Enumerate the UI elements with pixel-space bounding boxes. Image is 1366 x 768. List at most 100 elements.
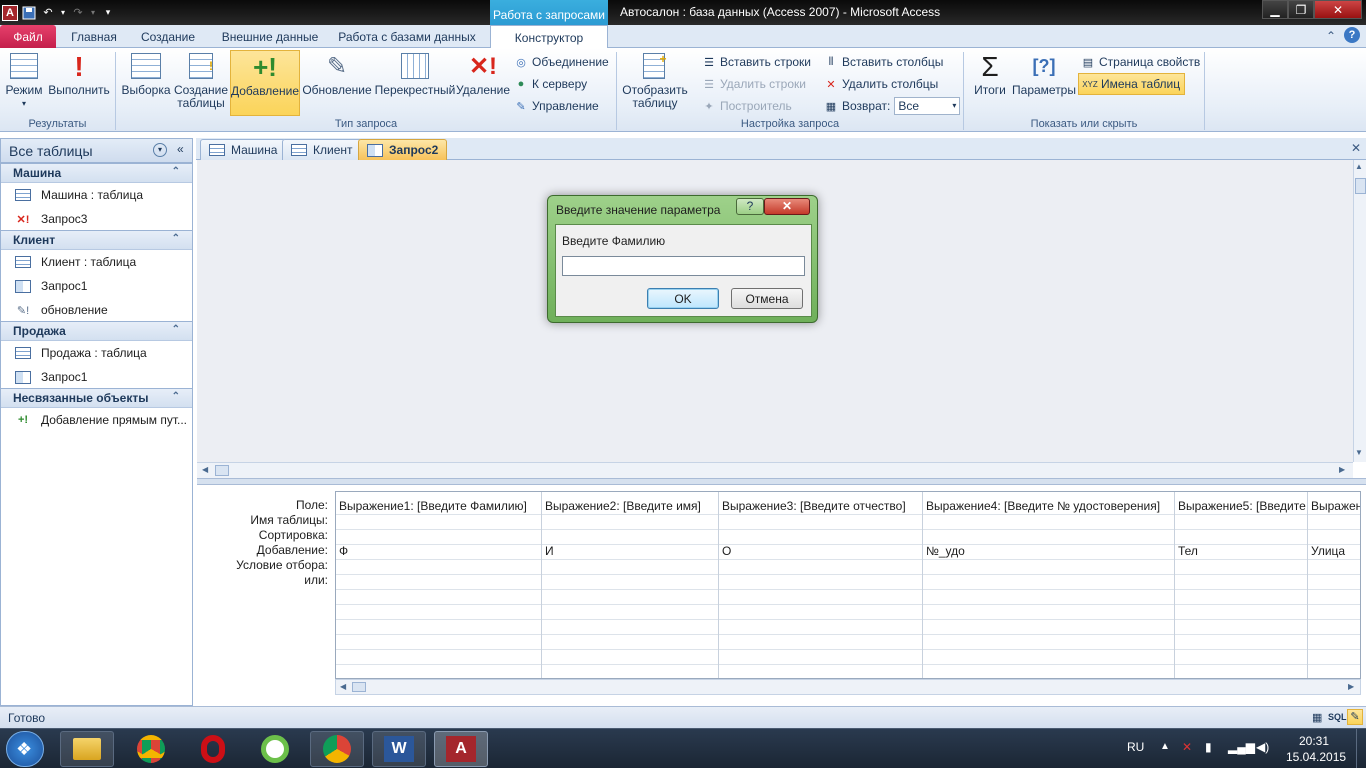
grid-cell-field[interactable]: Выражение2: [Введите имя] [545, 499, 701, 514]
nav-menu-chevron-icon[interactable]: ▾ [153, 143, 167, 157]
delete-columns-button[interactable]: ✕ Удалить столбцы [824, 75, 938, 93]
tab-database-tools[interactable]: Работа с базами данных [334, 25, 480, 48]
grid-cell-append[interactable]: №_удо [926, 544, 965, 559]
scroll-up-icon[interactable]: ▲ [1355, 162, 1363, 171]
grid-column[interactable]: Выражение5: [Введите т Тел [1175, 492, 1308, 678]
nav-item-zapros1-prodazha[interactable]: Запрос1 [1, 365, 192, 389]
grid-horizontal-scrollbar[interactable]: ◀ ▶ [335, 679, 1361, 695]
redo-dropdown-icon[interactable]: ▾ [89, 5, 97, 21]
taskbar-chrome-window[interactable] [310, 731, 364, 767]
totals-button[interactable]: Σ Итоги [968, 50, 1012, 110]
data-definition-button[interactable]: ✎ Управление [514, 97, 598, 115]
tab-design[interactable]: Конструктор [490, 25, 608, 49]
scroll-thumb[interactable] [352, 682, 366, 692]
table-names-button[interactable]: XYZ Имена таблиц [1078, 73, 1186, 95]
delete-query-button[interactable]: ✕! Удаление [456, 50, 510, 110]
network-warning-icon[interactable]: ✕ [1182, 740, 1192, 754]
collapse-ribbon-icon[interactable]: ⌃ [1326, 29, 1336, 43]
nav-item-zapros1[interactable]: Запрос1 [1, 274, 192, 298]
scroll-left-icon[interactable]: ◀ [202, 465, 208, 474]
grid-cell-field[interactable]: Выражение1: [Введите Фамилию] [339, 499, 527, 514]
upper-horizontal-scrollbar[interactable]: ◀ ▶ [197, 462, 1353, 478]
taskbar-access[interactable]: A [434, 731, 488, 767]
taskbar-opera[interactable] [186, 731, 240, 767]
scroll-right-icon[interactable]: ▶ [1339, 465, 1345, 474]
scroll-right-icon[interactable]: ▶ [1348, 682, 1354, 691]
grid-cell-field[interactable]: Выражен [1311, 499, 1360, 514]
help-icon[interactable]: ? [1344, 27, 1360, 43]
grid-column[interactable]: Выражение2: [Введите имя] И [542, 492, 719, 678]
doc-tab-klient[interactable]: Клиент [282, 139, 362, 160]
ok-button[interactable]: OK [647, 288, 719, 309]
grid-cell-field[interactable]: Выражение4: [Введите № удостоверения] [926, 499, 1160, 514]
show-desktop-button[interactable] [1356, 729, 1366, 768]
grid-column[interactable]: Выражен Улица [1308, 492, 1360, 678]
dialog-close-button[interactable]: ✕ [764, 198, 810, 215]
taskbar-explorer[interactable] [60, 731, 114, 767]
parameters-button[interactable]: [?] Параметры [1012, 50, 1076, 110]
parameter-input[interactable] [562, 256, 805, 276]
nav-item-zapros3[interactable]: ✕! Запрос3 [1, 207, 192, 231]
grid-cell-append[interactable]: Ф [339, 544, 348, 559]
minimize-button[interactable]: ▁ [1262, 0, 1288, 19]
nav-item-klient-table[interactable]: Клиент : таблица [1, 250, 192, 274]
append-query-button[interactable]: +! Добавление [230, 50, 300, 116]
redo-icon[interactable]: ↷ [70, 5, 86, 21]
tray-expand-icon[interactable]: ▲ [1160, 741, 1170, 752]
maximize-button[interactable]: ❐ [1288, 0, 1314, 19]
run-button[interactable]: ! Выполнить [46, 50, 112, 110]
tab-create[interactable]: Создание [134, 25, 202, 48]
design-view-icon[interactable]: ✎ [1347, 709, 1363, 725]
volume-icon[interactable]: ◀) [1256, 740, 1269, 754]
view-mode-button[interactable]: Режим ▾ [4, 50, 44, 110]
customize-qat-icon[interactable]: ▾ [100, 5, 116, 21]
scroll-down-icon[interactable]: ▼ [1355, 448, 1363, 457]
nav-group-mashina[interactable]: Машина ⌃ [1, 163, 192, 183]
grid-cell-append[interactable]: О [722, 544, 731, 559]
return-select[interactable]: Все ▾ [894, 97, 961, 115]
grid-cell-append[interactable]: Тел [1178, 544, 1198, 559]
sql-view-button[interactable]: SQL [1328, 712, 1347, 722]
crosstab-query-button[interactable]: Перекрестный [374, 50, 456, 110]
grid-cell-field[interactable]: Выражение5: [Введите т [1178, 499, 1307, 514]
pane-splitter[interactable] [197, 478, 1366, 485]
signal-icon[interactable]: ▂▄▆ [1228, 740, 1255, 754]
grid-cell-append[interactable]: Улица [1311, 544, 1345, 559]
grid-cell-append[interactable]: И [545, 544, 554, 559]
upper-vertical-scrollbar[interactable]: ▲ ▼ [1353, 160, 1366, 462]
save-icon[interactable] [21, 5, 37, 21]
scroll-left-icon[interactable]: ◀ [340, 682, 346, 691]
grid-column[interactable]: Выражение1: [Введите Фамилию] Ф [336, 492, 542, 678]
make-table-button[interactable]: ! Создание таблицы [173, 50, 229, 110]
close-document-icon[interactable]: ✕ [1351, 141, 1361, 155]
undo-dropdown-icon[interactable]: ▾ [59, 5, 67, 21]
tab-external-data[interactable]: Внешние данные [212, 25, 328, 48]
start-button[interactable]: ❖ [6, 731, 44, 767]
close-button[interactable]: ✕ [1314, 0, 1362, 19]
select-query-button[interactable]: Выборка [119, 50, 173, 110]
nav-group-klient[interactable]: Клиент ⌃ [1, 230, 192, 250]
datasheet-view-icon[interactable]: ▦ [1312, 711, 1322, 724]
language-indicator[interactable]: RU [1127, 740, 1144, 754]
show-table-button[interactable]: + Отобразить таблицу [620, 50, 690, 110]
tab-home[interactable]: Главная [62, 25, 126, 48]
pass-through-button[interactable]: ● К серверу [514, 75, 587, 93]
nav-group-prodazha[interactable]: Продажа ⌃ [1, 321, 192, 341]
cancel-button[interactable]: Отмена [731, 288, 803, 309]
union-query-button[interactable]: ◎ Объединение [514, 53, 609, 71]
grid-column[interactable]: Выражение3: [Введите отчество] О [719, 492, 923, 678]
scroll-thumb[interactable] [1355, 178, 1366, 194]
collapse-pane-icon[interactable]: « [177, 142, 184, 156]
taskbar-word[interactable]: W [372, 731, 426, 767]
doc-tab-zapros2[interactable]: Запрос2 [358, 139, 448, 160]
clock-date[interactable]: 15.04.2015 [1286, 750, 1346, 764]
nav-group-unassigned[interactable]: Несвязанные объекты ⌃ [1, 388, 192, 408]
nav-header[interactable]: Все таблицы ▾ « [1, 139, 192, 163]
insert-rows-button[interactable]: ☰ Вставить строки [702, 53, 811, 71]
undo-icon[interactable]: ↶ [40, 5, 56, 21]
nav-item-append-query[interactable]: +! Добавление прямым пут... [1, 408, 192, 432]
property-sheet-button[interactable]: ▤ Страница свойств [1081, 53, 1200, 71]
delete-rows-button[interactable]: ☰ Удалить строки [702, 75, 806, 93]
scroll-thumb[interactable] [215, 465, 229, 476]
grid-column[interactable]: Выражение4: [Введите № удостоверения] №_… [923, 492, 1175, 678]
